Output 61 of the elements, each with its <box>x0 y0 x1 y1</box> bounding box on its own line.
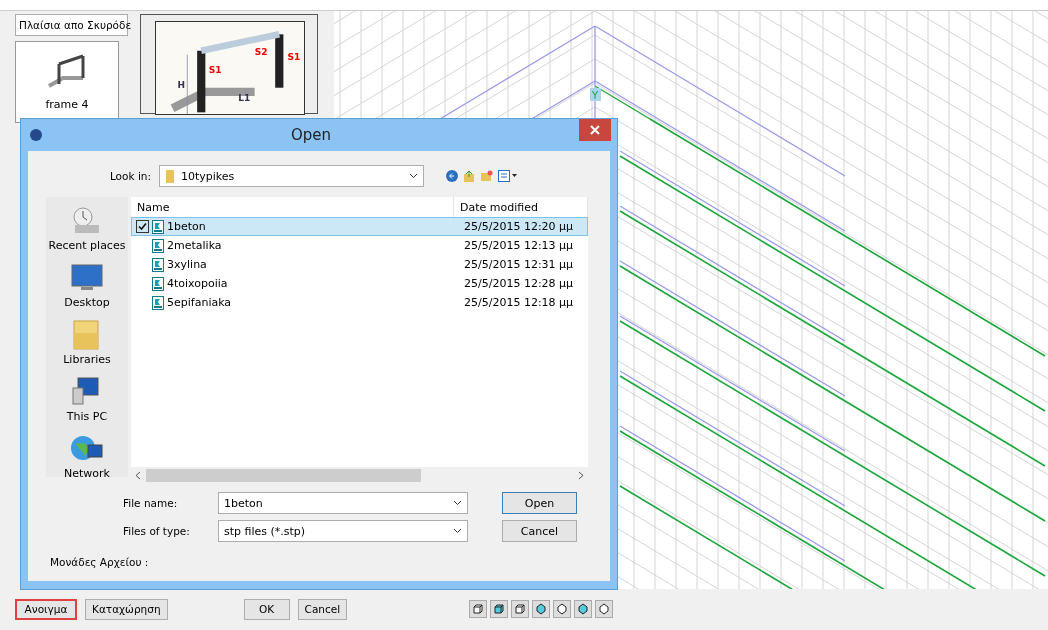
scrollbar-thumb[interactable] <box>146 469 421 482</box>
close-icon <box>590 125 600 135</box>
dialog-button[interactable]: Open <box>502 492 577 514</box>
cube-icon <box>556 603 568 616</box>
view-cube-button[interactable] <box>469 600 487 619</box>
cube-icon <box>472 603 484 616</box>
place-item[interactable]: Desktop <box>64 262 110 309</box>
place-item[interactable]: Network <box>64 433 110 480</box>
chevron-down-icon <box>409 173 418 179</box>
frame-thumbnail[interactable]: frame 4 <box>15 40 119 123</box>
file-action-button[interactable]: Ανοιγμα <box>15 598 77 620</box>
up-folder-icon[interactable] <box>463 170 475 182</box>
back-icon[interactable] <box>446 170 458 182</box>
file-row[interactable]: 3xylina 25/5/2015 12:31 μμ <box>131 255 588 274</box>
document-icon <box>152 276 164 291</box>
document-icon <box>152 295 164 310</box>
dialog-button[interactable]: OK <box>243 598 290 620</box>
cube-icon <box>493 603 505 616</box>
scroll-left-icon[interactable] <box>135 471 141 480</box>
dialog-button[interactable]: Cancel <box>297 598 348 620</box>
dialog-button[interactable]: Cancel <box>502 520 577 542</box>
place-item[interactable]: Recent places <box>48 205 126 252</box>
place-item[interactable]: This PC <box>66 376 108 423</box>
file-action-button[interactable]: Καταχώρηση <box>85 598 168 620</box>
chevron-down-icon <box>453 500 462 506</box>
look-in-dropdown[interactable]: 10typikes <box>159 165 424 187</box>
scroll-right-icon[interactable] <box>578 471 584 480</box>
view-cube-button[interactable] <box>490 600 508 619</box>
cube-icon <box>514 603 526 616</box>
file-name-label: File name: <box>123 497 179 509</box>
close-button[interactable] <box>579 119 611 141</box>
cube-icon <box>535 603 547 616</box>
frame-preview-drawing: S1 S2 S1 H L1 <box>155 20 305 115</box>
chevron-down-icon <box>453 528 462 534</box>
view-cube-button[interactable] <box>595 600 613 619</box>
place-item[interactable]: Libraries <box>63 319 111 366</box>
new-folder-icon[interactable] <box>480 170 493 182</box>
cube-icon <box>577 603 589 616</box>
dialog-title: Open <box>289 126 333 144</box>
document-icon <box>152 257 164 272</box>
checkbox-checked-icon[interactable] <box>138 222 147 231</box>
view-cube-button[interactable] <box>532 600 550 619</box>
view-menu-icon[interactable] <box>498 170 518 182</box>
axis-label: Y <box>590 87 601 101</box>
look-in-label: Look in: <box>108 170 151 182</box>
folder-icon <box>165 169 175 183</box>
file-row[interactable]: 1beton 25/5/2015 12:20 μμ <box>131 217 588 236</box>
file-type-label: Files of type: <box>123 525 191 537</box>
view-cube-button[interactable] <box>553 600 571 619</box>
view-cube-button[interactable] <box>574 600 592 619</box>
file-row[interactable]: 5epifaniaka 25/5/2015 12:18 μμ <box>131 293 588 312</box>
view-cube-button[interactable] <box>511 600 529 619</box>
thumbnail-label: frame 4 <box>45 98 89 112</box>
units-label: Μονάδες Αρχείου : <box>50 556 150 568</box>
file-row[interactable]: 2metalika 25/5/2015 12:13 μμ <box>131 236 588 255</box>
document-icon <box>152 238 164 253</box>
file-type-dropdown[interactable]: stp files (*.stp) <box>218 520 468 542</box>
document-icon <box>152 219 164 234</box>
cube-icon <box>598 603 610 616</box>
file-row[interactable]: 4toixopoiia 25/5/2015 12:28 μμ <box>131 274 588 293</box>
file-name-field[interactable]: 1beton <box>218 492 468 514</box>
